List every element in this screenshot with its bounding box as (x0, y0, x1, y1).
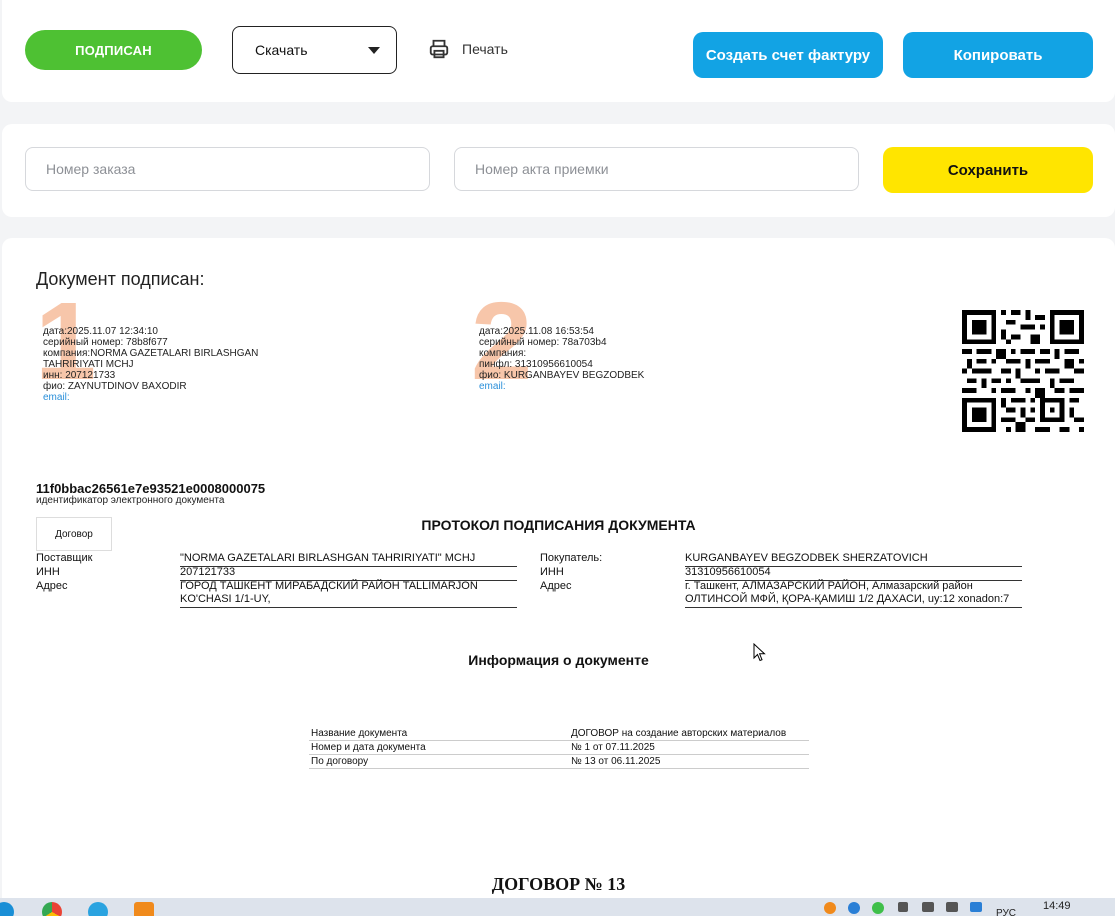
toolbar-card: ПОДПИСАН Скачать Печать Создать счет фак… (2, 0, 1115, 102)
supplier-address: ГОРОД ТАШКЕНТ МИРАБАДСКИЙ РАЙОН TALLIMAR… (180, 580, 517, 608)
status-badge: ПОДПИСАН (25, 30, 202, 70)
print-label: Печать (462, 41, 508, 57)
print-button[interactable]: Печать (428, 38, 508, 60)
printer-icon (429, 39, 449, 59)
contract-title: ДОГОВОР № 13 (491, 874, 626, 894)
chrome-icon[interactable] (42, 902, 62, 916)
table-row: Название документа ДОГОВОР на создание а… (309, 727, 809, 741)
qr-code (962, 310, 1084, 432)
info-value: № 1 от 07.11.2025 (569, 740, 809, 755)
tray-language[interactable]: РУС (996, 908, 1016, 916)
protocol-title: ПРОТОКОЛ ПОДПИСАНИЯ ДОКУМЕНТА (421, 517, 696, 533)
tray-clock[interactable]: 14:49 (1043, 900, 1071, 912)
supplier-label: Поставщик (36, 552, 93, 564)
download-select-value: Скачать (255, 42, 308, 58)
table-row: Номер и дата документа № 1 от 07.11.2025 (309, 740, 809, 755)
buyer-name: KURGANBAYEV BEGZODBEK SHERZATOVICH (685, 552, 1022, 567)
create-invoice-button[interactable]: Создать счет фактуру (693, 32, 883, 78)
mouse-cursor-icon (753, 643, 766, 662)
supplier-inn: 207121733 (180, 566, 517, 581)
info-label: Номер и дата документа (309, 740, 569, 755)
buyer-label: Покупатель: (540, 552, 603, 564)
signature-line: дата:2025.11.07 12:34:10 (43, 326, 158, 337)
telegram-icon[interactable] (88, 902, 108, 916)
signature-line: компания:NORMA GAZETALARI BIRLASHGAN (43, 348, 259, 359)
signature-block-1: 1 дата:2025.11.07 12:34:10 серийный номе… (35, 287, 343, 404)
tray-wifi-icon[interactable] (970, 902, 982, 912)
supplier-inn-label: ИНН (36, 566, 60, 578)
copy-button[interactable]: Копировать (903, 32, 1093, 78)
document-info-table: Название документа ДОГОВОР на создание а… (309, 727, 809, 769)
buyer-inn: 31310956610054 (685, 566, 1022, 581)
document-card: Документ подписан: 1 дата:2025.11.07 12:… (2, 238, 1115, 916)
info-label: Название документа (309, 727, 569, 741)
signature-line: фио: ZAYNUTDINOV BAXODIR (43, 381, 187, 392)
signature-line: TAHRIRIYATI MCHJ (43, 359, 134, 370)
document-info-title: Информация о документе (468, 652, 649, 668)
tray-volume-icon[interactable] (946, 902, 958, 912)
document-id: 11f0bbac26561e7e93521e0008000075 (36, 481, 266, 496)
signature-line: фио: KURGANBAYEV BEGZODBEK (479, 370, 645, 381)
signature-line: пинфл: 31310956610054 (479, 359, 593, 370)
order-form-card: Сохранить (2, 124, 1115, 217)
start-icon[interactable] (0, 902, 14, 916)
signature-line: инн: 207121733 (43, 370, 116, 381)
signature-email: email: (479, 381, 506, 392)
signature-line: дата:2025.11.08 16:53:54 (479, 326, 594, 337)
supplier-name: "NORMA GAZETALARI BIRLASHGAN TAHRIRIYATI… (180, 552, 517, 567)
save-button[interactable]: Сохранить (883, 147, 1093, 193)
download-select[interactable]: Скачать (232, 26, 397, 74)
acceptance-act-input[interactable] (454, 147, 859, 191)
signature-email: email: (43, 392, 70, 403)
info-label: По договору (309, 754, 569, 769)
caret-down-icon (368, 47, 380, 54)
order-number-input[interactable] (25, 147, 430, 191)
buyer-inn-label: ИНН (540, 566, 564, 578)
signature-line: серийный номер: 78a703b4 (479, 337, 607, 348)
tray-sync-icon[interactable] (872, 902, 884, 914)
document-id-label: идентификатор электронного документа (36, 495, 225, 506)
supplier-address-label: Адрес (36, 580, 68, 592)
info-value: № 13 от 06.11.2025 (569, 754, 809, 769)
buyer-address-label: Адрес (540, 580, 572, 592)
signature-line: серийный номер: 78b8f677 (43, 337, 168, 348)
tray-network-icon[interactable] (848, 902, 860, 914)
app-icon[interactable] (134, 902, 154, 916)
tray-app-icon[interactable] (824, 902, 836, 914)
buyer-address: г. Ташкент, АЛМАЗАРСКИЙ РАЙОН, Алмазарск… (685, 580, 1022, 608)
info-value: ДОГОВОР на создание авторских материалов (569, 727, 809, 741)
os-taskbar: РУС 14:49 (0, 898, 1115, 916)
signature-block-2: 2 дата:2025.11.08 16:53:54 серийный номе… (471, 287, 779, 397)
signature-line: компания: (479, 348, 527, 359)
tray-usb-icon[interactable] (898, 902, 908, 912)
table-row: По договору № 13 от 06.11.2025 (309, 754, 809, 769)
tray-battery-icon[interactable] (922, 902, 934, 912)
